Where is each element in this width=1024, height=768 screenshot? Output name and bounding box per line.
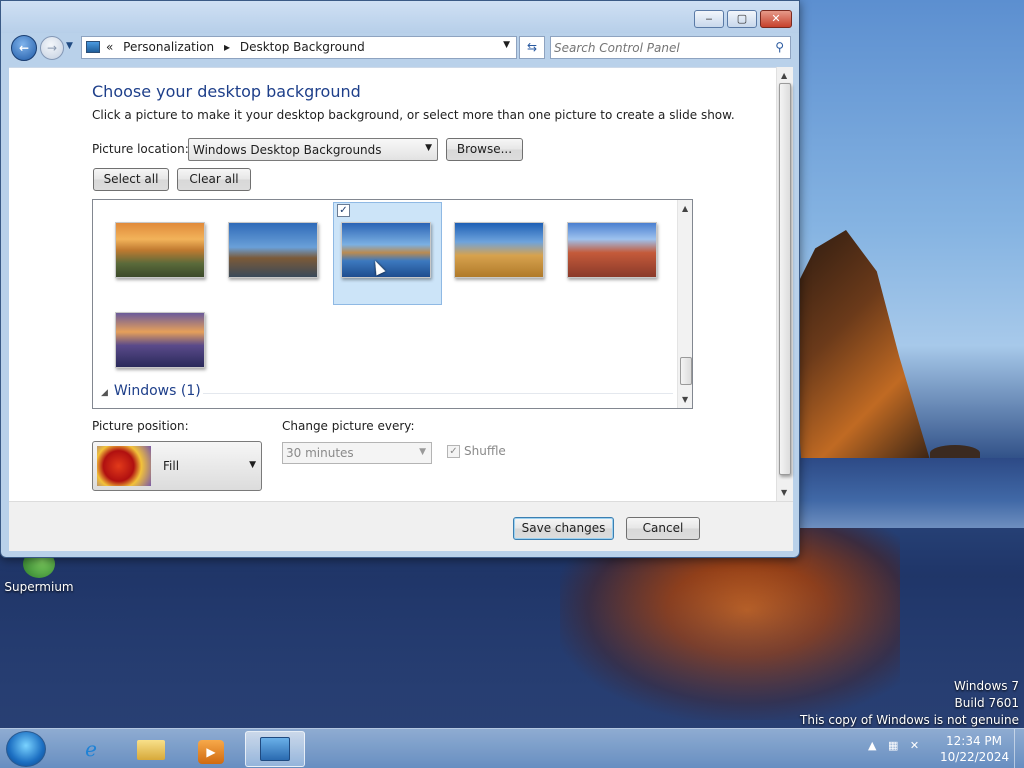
history-dropdown-icon[interactable]: ▼ [66,41,73,51]
folder-icon [137,740,165,760]
wallpaper-thumbnail-5[interactable] [567,222,657,278]
cancel-button[interactable]: Cancel [626,517,700,540]
breadcrumb: « Personalization ▸ Desktop Background [106,40,371,54]
change-interval-value: 30 minutes [286,446,354,460]
network-icon[interactable]: ▦ [888,739,898,752]
clear-all-button[interactable]: Clear all [177,168,251,191]
control-panel-taskbar-icon[interactable] [245,731,305,767]
wallpaper-thumbnail-2[interactable] [228,222,318,278]
shuffle-label: Shuffle [464,444,506,458]
scroll-down-icon[interactable]: ▼ [781,488,787,497]
picture-position-value: Fill [163,459,180,473]
gallery-scrollbar[interactable]: ▲ ▼ [677,200,692,408]
address-bar[interactable]: « Personalization ▸ Desktop Background ▼ [81,36,517,59]
group-header-windows[interactable]: ◢ Windows (1) [101,383,201,399]
explorer-taskbar-icon[interactable] [124,731,178,767]
gallery-scroll-down-icon[interactable]: ▼ [682,395,688,404]
show-desktop-button[interactable] [1014,729,1024,768]
chevron-down-icon: ▼ [249,460,256,470]
picture-position-dropdown[interactable]: Fill ▼ [92,441,262,491]
media-player-taskbar-icon[interactable]: ▶ [184,731,238,767]
start-button[interactable] [6,731,46,767]
breadcrumb-desktop-background[interactable]: Desktop Background [240,40,365,54]
scroll-up-icon[interactable]: ▲ [781,71,787,80]
checkbox-checked-icon[interactable]: ✓ [447,445,460,458]
maximize-button[interactable]: ▢ [727,10,757,28]
chevron-down-icon: ▼ [425,143,432,153]
gallery-scroll-up-icon[interactable]: ▲ [682,204,688,213]
watermark-line-1: Windows 7 [953,679,1019,693]
content-scrollbar[interactable]: ▲ ▼ [776,67,793,501]
control-panel-icon [260,737,290,761]
chevron-down-icon: ▼ [419,447,426,457]
forward-button[interactable]: → [40,36,64,60]
taskbar: ℯ ▶ ▲ ▦ ✕ 12:34 PM 10/22/2024 [0,728,1024,768]
collapse-triangle-icon[interactable]: ◢ [101,388,108,398]
play-icon: ▶ [198,740,224,764]
desktop-background-window: ‒ ▢ ✕ ← → ▼ « Personalization ▸ Desktop … [0,0,800,558]
change-picture-label: Change picture every: [282,419,415,433]
forward-arrow-icon: → [46,41,58,55]
genuine-watermark: Windows 7 Build 7601 This copy of Window… [800,678,1019,729]
wallpaper-thumbnail-1[interactable] [115,222,205,278]
breadcrumb-separator-icon[interactable]: ▸ [224,40,230,54]
show-hidden-icons-icon[interactable]: ▲ [868,739,876,752]
shuffle-checkbox[interactable]: ✓ Shuffle [447,444,506,458]
wallpaper-gallery: ✓ ◢ Windows (1) ▲ ▼ [92,199,693,409]
back-button[interactable]: ← [11,35,37,61]
wallpaper-thumbnail-6[interactable] [115,312,205,368]
page-title: Choose your desktop background [92,82,361,101]
picture-position-label: Picture position: [92,419,189,433]
desktop-icon-label: Supermium [4,580,74,594]
refresh-button[interactable]: ⇆ [519,36,545,59]
system-clock[interactable]: 12:34 PM 10/22/2024 [940,733,1010,765]
picture-location-dropdown[interactable]: Windows Desktop Backgrounds ▼ [188,138,438,161]
clock-date: 10/22/2024 [940,750,1010,764]
wallpaper-thumbnail-3[interactable] [341,222,431,278]
search-input[interactable] [554,39,759,56]
breadcrumb-overflow-icon[interactable]: « [106,40,113,54]
watermark-line-2: Build 7601 [954,696,1019,710]
scrollbar-thumb[interactable] [779,83,791,475]
close-button[interactable]: ✕ [760,10,792,28]
notification-area: ▲ ▦ ✕ [868,739,927,752]
save-changes-button[interactable]: Save changes [513,517,614,540]
group-divider [203,393,673,394]
page-instructions: Click a picture to make it your desktop … [92,108,735,122]
picture-location-label: Picture location: [92,142,189,156]
group-label: Windows (1) [113,383,201,399]
minimize-button[interactable]: ‒ [694,10,724,28]
wallpaper-cliff [790,230,930,460]
clock-time: 12:34 PM [946,734,1002,748]
search-box[interactable]: ⚲ [550,36,791,59]
position-preview-image [97,446,151,486]
gallery-scrollbar-thumb[interactable] [680,357,692,385]
wallpaper-thumbnail-4[interactable] [454,222,544,278]
thumbnail-checkbox[interactable]: ✓ [337,204,350,217]
breadcrumb-personalization[interactable]: Personalization [123,40,214,54]
search-icon[interactable]: ⚲ [775,40,784,54]
address-dropdown-icon[interactable]: ▼ [503,40,510,50]
title-bar[interactable]: ‒ ▢ ✕ [1,1,799,33]
control-panel-icon [86,41,100,53]
volume-muted-icon[interactable]: ✕ [910,739,919,752]
select-all-button[interactable]: Select all [93,168,169,191]
wallpaper-sea [790,458,1024,528]
picture-location-value: Windows Desktop Backgrounds [193,143,382,157]
back-arrow-icon: ← [18,41,30,55]
browse-button[interactable]: Browse... [446,138,523,161]
watermark-line-3: This copy of Windows is not genuine [800,713,1019,727]
navigation-bar: ← → ▼ « Personalization ▸ Desktop Backgr… [1,33,799,63]
change-interval-dropdown[interactable]: 30 minutes ▼ [282,442,432,464]
internet-explorer-taskbar-icon[interactable]: ℯ [64,731,118,767]
